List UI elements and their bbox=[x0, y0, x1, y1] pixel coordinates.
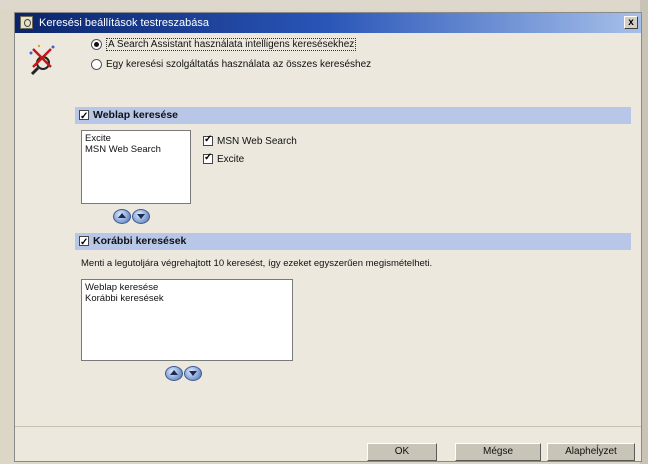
window-icon bbox=[20, 16, 33, 29]
search-settings-dialog: Keresési beállítások testreszabása x A S… bbox=[14, 12, 642, 462]
history-move-down-button[interactable] bbox=[184, 366, 202, 381]
section-title: Korábbi keresések bbox=[93, 235, 187, 247]
web-search-checkbox[interactable] bbox=[79, 108, 89, 125]
radio-button[interactable] bbox=[91, 59, 102, 70]
down-arrow-icon bbox=[137, 214, 145, 219]
down-arrow-icon bbox=[189, 371, 197, 376]
move-down-button[interactable] bbox=[132, 209, 150, 224]
reset-button[interactable]: Alapheĺyzet bbox=[547, 443, 635, 461]
radio-label: A Search Assistant használata intelligen… bbox=[106, 38, 357, 52]
checkbox-label: MSN Web Search bbox=[217, 136, 297, 147]
history-section-header[interactable]: Korábbi keresések bbox=[75, 233, 631, 251]
list-item[interactable]: Weblap keresése bbox=[85, 282, 289, 293]
ok-button[interactable]: OK bbox=[367, 443, 437, 461]
history-description: Menti a legutoljára végrehajtott 10 kere… bbox=[81, 258, 433, 269]
web-search-provider-list[interactable]: Excite MSN Web Search bbox=[81, 130, 191, 204]
footer-divider bbox=[15, 426, 641, 427]
move-up-button[interactable] bbox=[113, 209, 131, 224]
radio-search-assistant[interactable]: A Search Assistant használata intelligen… bbox=[91, 38, 357, 52]
radio-button-selected[interactable] bbox=[91, 39, 102, 50]
radio-label: Egy keresési szolgáltatás használata az … bbox=[106, 59, 372, 71]
section-title: Weblap keresése bbox=[93, 109, 179, 121]
engine-msn-checkbox[interactable]: MSN Web Search bbox=[203, 134, 297, 147]
list-item[interactable]: Korábbi keresések bbox=[85, 293, 289, 304]
radio-single-service[interactable]: Egy keresési szolgáltatás használata az … bbox=[91, 59, 371, 70]
cancel-button[interactable]: Mégse bbox=[455, 443, 541, 461]
web-search-section-header[interactable]: Weblap keresése bbox=[75, 107, 631, 125]
history-list[interactable]: Weblap keresése Korábbi keresések bbox=[81, 279, 293, 361]
title-bar: Keresési beállítások testreszabása x bbox=[15, 13, 641, 33]
history-checkbox[interactable] bbox=[79, 234, 89, 251]
checkbox[interactable] bbox=[203, 134, 213, 147]
window-title: Keresési beállítások testreszabása bbox=[39, 17, 209, 29]
list-item[interactable]: Excite bbox=[85, 133, 187, 144]
up-arrow-icon bbox=[118, 213, 126, 218]
close-button[interactable]: x bbox=[624, 16, 638, 29]
checkbox-label: Excite bbox=[217, 154, 245, 165]
up-arrow-icon bbox=[170, 370, 178, 375]
background-top bbox=[0, 0, 648, 10]
history-move-up-button[interactable] bbox=[165, 366, 183, 381]
list-item[interactable]: MSN Web Search bbox=[85, 144, 187, 155]
search-assistant-icon bbox=[29, 44, 55, 76]
checkbox[interactable] bbox=[203, 152, 213, 165]
engine-excite-checkbox[interactable]: Excite bbox=[203, 152, 245, 165]
